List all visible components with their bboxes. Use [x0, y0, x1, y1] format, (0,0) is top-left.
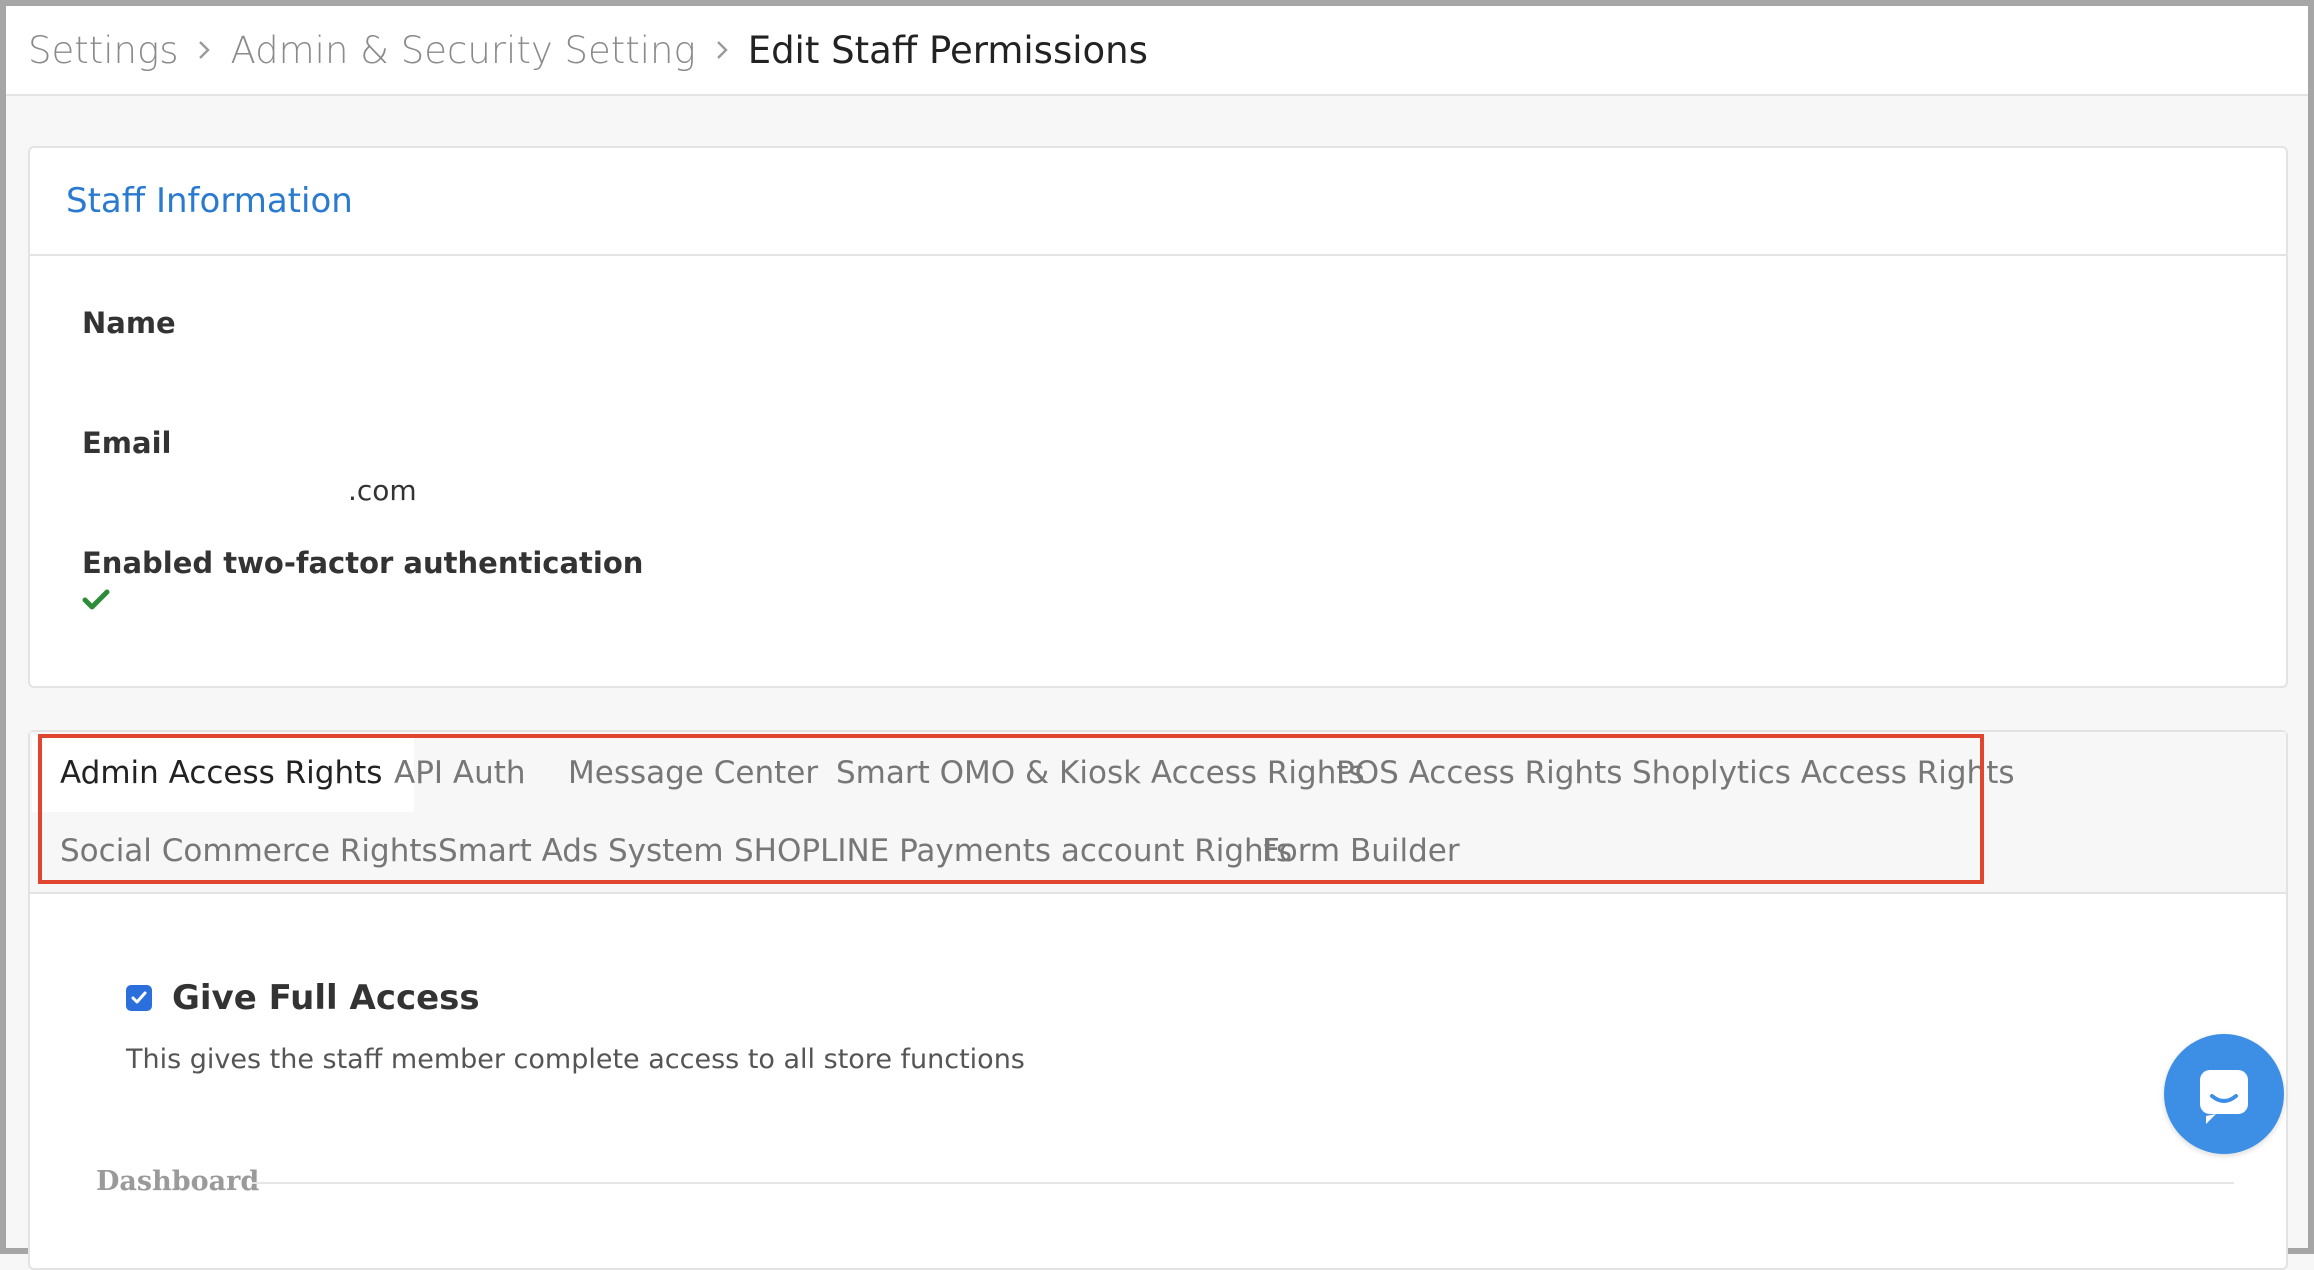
chevron-right-icon — [706, 34, 738, 66]
full-access-row: Give Full Access — [126, 978, 480, 1018]
staff-information-card: Staff Information Name Email .com Enable… — [28, 146, 2288, 688]
breadcrumb: Settings Admin & Security Setting Edit S… — [6, 6, 2308, 96]
tab-shopline-payments[interactable]: SHOPLINE Payments account Rights — [734, 812, 1292, 890]
chevron-right-icon — [188, 34, 220, 66]
tab-message-center[interactable]: Message Center — [568, 734, 818, 812]
full-access-checkbox[interactable] — [126, 985, 152, 1011]
tab-api-auth[interactable]: API Auth — [394, 734, 526, 812]
tab-pos-access-rights[interactable]: POS Access Rights — [1336, 734, 1622, 812]
permissions-panel: Admin Access Rights API Auth Message Cen… — [28, 730, 2288, 1270]
breadcrumb-settings[interactable]: Settings — [28, 29, 178, 72]
chat-icon — [2200, 1070, 2248, 1124]
email-label: Email — [82, 426, 172, 460]
full-access-description: This gives the staff member complete acc… — [126, 1044, 1025, 1075]
tab-smart-omo-kiosk[interactable]: Smart OMO & Kiosk Access Rights — [836, 734, 1365, 812]
breadcrumb-current: Edit Staff Permissions — [747, 28, 1148, 72]
checkmark-icon — [131, 991, 147, 1004]
check-icon — [82, 588, 110, 612]
tab-smart-ads-system[interactable]: Smart Ads System — [438, 812, 724, 890]
tab-social-commerce-rights[interactable]: Social Commerce Rights — [60, 812, 438, 890]
full-access-title[interactable]: Give Full Access — [172, 978, 480, 1018]
card-header: Staff Information — [30, 148, 2286, 256]
two-factor-label: Enabled two-factor authentication — [82, 546, 644, 580]
section-label-dashboard: Dashboard — [96, 1166, 260, 1197]
name-label: Name — [82, 306, 176, 340]
tab-admin-access-rights[interactable]: Admin Access Rights — [32, 734, 415, 812]
card-title: Staff Information — [66, 181, 353, 221]
app-window: Settings Admin & Security Setting Edit S… — [0, 0, 2314, 1270]
section-divider — [252, 1182, 2234, 1184]
tab-bar: Admin Access Rights API Auth Message Cen… — [30, 732, 2286, 894]
breadcrumb-admin-security[interactable]: Admin & Security Setting — [230, 29, 695, 72]
chat-button[interactable] — [2164, 1034, 2284, 1154]
tab-form-builder[interactable]: Form Builder — [1262, 812, 1460, 890]
tab-shoplytics-access-rights[interactable]: Shoplytics Access Rights — [1632, 734, 2015, 812]
email-value: .com — [348, 474, 417, 507]
